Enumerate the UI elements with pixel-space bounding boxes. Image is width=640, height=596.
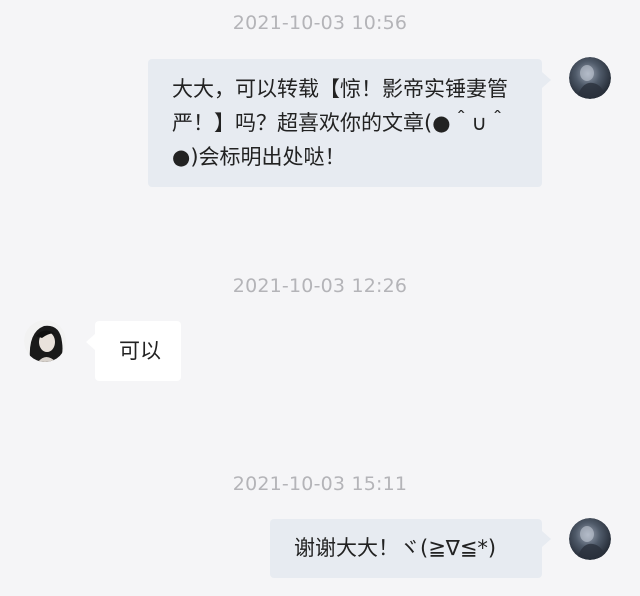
- avatar-image: [569, 518, 611, 560]
- bubble-tail: [542, 531, 551, 547]
- message-text: 谢谢大大！ヾ(≧∇≦*): [294, 536, 497, 560]
- message-text: 大大，可以转载【惊！影帝实锤妻管严！】吗？超喜欢你的文章(●＾∪＾●)会标明出处…: [172, 77, 508, 169]
- message-timestamp: 2021-10-03 15:11: [232, 473, 408, 495]
- message-text: 可以: [119, 339, 161, 363]
- contact-avatar[interactable]: [24, 320, 66, 362]
- message-timestamp: 2021-10-03 10:56: [232, 12, 408, 34]
- message-bubble-incoming[interactable]: 可以: [95, 321, 181, 381]
- bubble-tail: [542, 72, 551, 88]
- user-avatar[interactable]: [569, 518, 611, 560]
- user-avatar[interactable]: [569, 57, 611, 99]
- avatar-image: [24, 320, 66, 362]
- message-bubble-outgoing[interactable]: 大大，可以转载【惊！影帝实锤妻管严！】吗？超喜欢你的文章(●＾∪＾●)会标明出处…: [148, 59, 542, 187]
- bubble-tail: [86, 334, 95, 350]
- message-timestamp: 2021-10-03 12:26: [232, 275, 408, 297]
- message-bubble-outgoing[interactable]: 谢谢大大！ヾ(≧∇≦*): [270, 519, 542, 578]
- avatar-image: [569, 57, 611, 99]
- chat-window: 2021-10-03 10:56 大大，可以转载【惊！影帝实锤妻管严！】吗？超喜…: [0, 0, 640, 596]
